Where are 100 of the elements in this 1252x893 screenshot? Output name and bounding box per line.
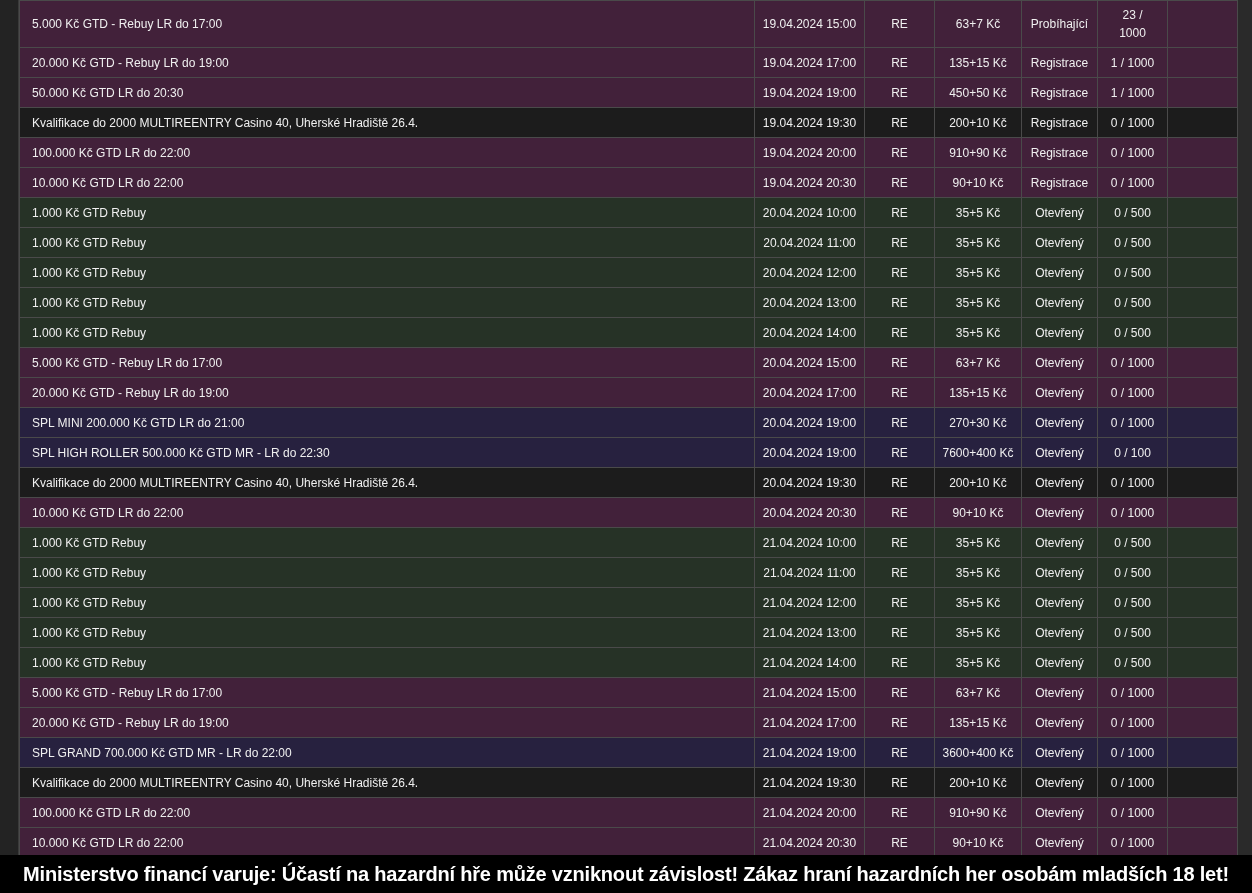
table-cell: 35+5 Kč [934,557,1022,588]
table-row[interactable]: 1.000 Kč GTD Rebuy 20.04.2024 11:00 RE 35+5 Kč Otevřený 0 / 500 [19,227,1238,258]
table-cell: 1 / 1000 [1097,77,1168,108]
table-cell: 910+90 Kč [934,797,1022,828]
table-row[interactable]: SPL GRAND 700.000 Kč GTD MR - LR do 22:00 21.04.2024 19:00 RE 3600+400 Kč Otevřený 0 / 1000 [19,737,1238,768]
table-row[interactable]: 1.000 Kč GTD Rebuy 21.04.2024 13:00 RE 35+5 Kč Otevřený 0 / 500 [19,617,1238,648]
table-cell: 0 / 1000 [1097,407,1168,438]
table-cell: 35+5 Kč [934,257,1022,288]
table-cell: Kvalifikace do 2000 MULTIREENTRY Casino 40, Uherské Hradiště 26.4. [19,107,755,138]
table-cell: 910+90 Kč [934,137,1022,168]
table-cell: Otevřený [1021,557,1098,588]
table-row[interactable]: 20.000 Kč GTD - Rebuy LR do 19:00 21.04.2024 17:00 RE 135+15 Kč Otevřený 0 / 1000 [19,707,1238,738]
table-cell: 100.000 Kč GTD LR do 22:00 [19,137,755,168]
table-row[interactable]: SPL MINI 200.000 Kč GTD LR do 21:00 20.04.2024 19:00 RE 270+30 Kč Otevřený 0 / 1000 [19,407,1238,438]
table-cell: 20.04.2024 19:30 [754,467,865,498]
table-cell: 0 / 500 [1097,527,1168,558]
table-row[interactable]: 10.000 Kč GTD LR do 22:00 19.04.2024 20:30 RE 90+10 Kč Registrace 0 / 1000 [19,167,1238,198]
table-cell: 0 / 1000 [1097,677,1168,708]
table-row[interactable]: Kvalifikace do 2000 MULTIREENTRY Casino 40, Uherské Hradiště 26.4. 19.04.2024 19:30 RE 200+10 Kč Registrace 0 / 1000 [19,107,1238,138]
table-cell: 21.04.2024 15:00 [754,677,865,708]
table-row[interactable]: 50.000 Kč GTD LR do 20:30 19.04.2024 19:00 RE 450+50 Kč Registrace 1 / 1000 [19,77,1238,108]
table-row[interactable]: 1.000 Kč GTD Rebuy 21.04.2024 12:00 RE 35+5 Kč Otevřený 0 / 500 [19,587,1238,618]
table-cell: 35+5 Kč [934,227,1022,258]
table-row[interactable]: 10.000 Kč GTD LR do 22:00 20.04.2024 20:30 RE 90+10 Kč Otevřený 0 / 1000 [19,497,1238,528]
table-cell: 5.000 Kč GTD - Rebuy LR do 17:00 [19,677,755,708]
table-cell: 5.000 Kč GTD - Rebuy LR do 17:00 [19,0,755,48]
table-cell: 1.000 Kč GTD Rebuy [19,227,755,258]
table-cell: 450+50 Kč [934,77,1022,108]
table-cell: 0 / 500 [1097,317,1168,348]
table-cell: 21.04.2024 13:00 [754,617,865,648]
table-row[interactable]: 1.000 Kč GTD Rebuy 21.04.2024 14:00 RE 35+5 Kč Otevřený 0 / 500 [19,647,1238,678]
table-cell: Otevřený [1021,497,1098,528]
table-cell: 21.04.2024 11:00 [754,557,865,588]
table-cell: 35+5 Kč [934,317,1022,348]
table-cell: RE [864,377,935,408]
table-cell: 5.000 Kč GTD - Rebuy LR do 17:00 [19,347,755,378]
table-cell: 20.000 Kč GTD - Rebuy LR do 19:00 [19,707,755,738]
table-cell: Otevřený [1021,737,1098,768]
table-cell: Registrace [1021,137,1098,168]
table-cell: 7600+400 Kč [934,437,1022,468]
table-row[interactable]: 100.000 Kč GTD LR do 22:00 19.04.2024 20:00 RE 910+90 Kč Registrace 0 / 1000 [19,137,1238,168]
table-row[interactable]: 20.000 Kč GTD - Rebuy LR do 19:00 20.04.2024 17:00 RE 135+15 Kč Otevřený 0 / 1000 [19,377,1238,408]
table-cell: 63+7 Kč [934,677,1022,708]
table-cell: 21.04.2024 19:00 [754,737,865,768]
table-cell: SPL MINI 200.000 Kč GTD LR do 21:00 [19,407,755,438]
table-row[interactable]: 100.000 Kč GTD LR do 22:00 21.04.2024 20:00 RE 910+90 Kč Otevřený 0 / 1000 [19,797,1238,828]
table-row[interactable]: SPL HIGH ROLLER 500.000 Kč GTD MR - LR do 22:30 20.04.2024 19:00 RE 7600+400 Kč Otevřený 0 / 100 [19,437,1238,468]
table-cell: Otevřený [1021,467,1098,498]
table-cell: RE [864,137,935,168]
table-cell: RE [864,737,935,768]
table-cell: RE [864,197,935,228]
table-cell: 0 / 1000 [1097,707,1168,738]
table-cell: 0 / 100 [1097,437,1168,468]
table-cell: Registrace [1021,167,1098,198]
table-row[interactable]: 5.000 Kč GTD - Rebuy LR do 17:00 21.04.2024 15:00 RE 63+7 Kč Otevřený 0 / 1000 [19,677,1238,708]
table-cell: 19.04.2024 17:00 [754,47,865,78]
table-row[interactable]: 5.000 Kč GTD - Rebuy LR do 17:00 19.04.2024 15:00 RE 63+7 Kč Probíhající 23 / 1000 [19,0,1238,48]
table-cell: 20.04.2024 15:00 [754,347,865,378]
table-cell: RE [864,287,935,318]
table-cell: 100.000 Kč GTD LR do 22:00 [19,797,755,828]
table-row[interactable]: 1.000 Kč GTD Rebuy 20.04.2024 12:00 RE 35+5 Kč Otevřený 0 / 500 [19,257,1238,288]
table-cell: Otevřený [1021,767,1098,798]
table-cell: RE [864,407,935,438]
table-row[interactable]: 5.000 Kč GTD - Rebuy LR do 17:00 20.04.2024 15:00 RE 63+7 Kč Otevřený 0 / 1000 [19,347,1238,378]
table-cell: 35+5 Kč [934,647,1022,678]
table-cell: 0 / 500 [1097,257,1168,288]
table-row[interactable]: 1.000 Kč GTD Rebuy 20.04.2024 14:00 RE 35+5 Kč Otevřený 0 / 500 [19,317,1238,348]
table-cell: 19.04.2024 20:00 [754,137,865,168]
table-cell: 1.000 Kč GTD Rebuy [19,527,755,558]
table-cell: 0 / 1000 [1097,797,1168,828]
table-cell: Otevřený [1021,257,1098,288]
table-row[interactable]: 1.000 Kč GTD Rebuy 20.04.2024 10:00 RE 35+5 Kč Otevřený 0 / 500 [19,197,1238,228]
table-cell: 21.04.2024 20:00 [754,797,865,828]
table-cell: 1.000 Kč GTD Rebuy [19,557,755,588]
table-cell: 0 / 1000 [1097,467,1168,498]
table-cell: Otevřený [1021,647,1098,678]
table-cell: 1.000 Kč GTD Rebuy [19,287,755,318]
table-cell: 0 / 1000 [1097,767,1168,798]
table-row[interactable]: 1.000 Kč GTD Rebuy 21.04.2024 11:00 RE 35+5 Kč Otevřený 0 / 500 [19,557,1238,588]
table-row[interactable]: 1.000 Kč GTD Rebuy 21.04.2024 10:00 RE 35+5 Kč Otevřený 0 / 500 [19,527,1238,558]
table-cell: 20.000 Kč GTD - Rebuy LR do 19:00 [19,47,755,78]
table-cell: Otevřený [1021,797,1098,828]
table-cell: 0 / 1000 [1097,107,1168,138]
table-cell: RE [864,347,935,378]
table-cell: 200+10 Kč [934,767,1022,798]
table-row[interactable]: Kvalifikace do 2000 MULTIREENTRY Casino 40, Uherské Hradiště 26.4. 20.04.2024 19:30 RE 200+10 Kč Otevřený 0 / 1000 [19,467,1238,498]
table-cell: Registrace [1021,77,1098,108]
table-cell: RE [864,767,935,798]
table-cell: 35+5 Kč [934,287,1022,318]
table-cell: Registrace [1021,47,1098,78]
table-cell: Otevřený [1021,707,1098,738]
table-cell: Otevřený [1021,377,1098,408]
table-cell: 1.000 Kč GTD Rebuy [19,317,755,348]
table-cell: Kvalifikace do 2000 MULTIREENTRY Casino 40, Uherské Hradiště 26.4. [19,767,755,798]
table-cell: 200+10 Kč [934,467,1022,498]
table-row[interactable]: 20.000 Kč GTD - Rebuy LR do 19:00 19.04.2024 17:00 RE 135+15 Kč Registrace 1 / 1000 [19,47,1238,78]
table-cell: 20.04.2024 19:00 [754,407,865,438]
table-cell: RE [864,497,935,528]
table-row[interactable]: 1.000 Kč GTD Rebuy 20.04.2024 13:00 RE 35+5 Kč Otevřený 0 / 500 [19,287,1238,318]
table-row[interactable]: Kvalifikace do 2000 MULTIREENTRY Casino 40, Uherské Hradiště 26.4. 21.04.2024 19:30 RE 200+10 Kč Otevřený 0 / 1000 [19,767,1238,798]
